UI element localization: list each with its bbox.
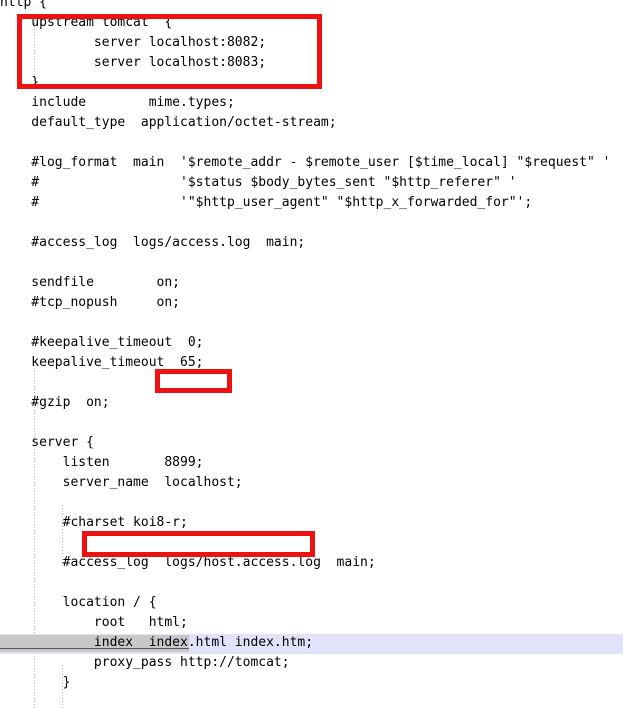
selection-underline — [0, 648, 189, 649]
code-line[interactable]: } — [0, 73, 623, 93]
code-line[interactable]: http { — [0, 0, 623, 13]
code-line[interactable]: listen 8899; — [0, 453, 623, 473]
code-line[interactable]: #tcp_nopush on; — [0, 293, 623, 313]
code-line[interactable]: #gzip on; — [0, 393, 623, 413]
code-line[interactable]: #access_log logs/host.access.log main; — [0, 553, 623, 573]
code-line[interactable]: # '$status $body_bytes_sent "$http_refer… — [0, 173, 623, 193]
code-line[interactable]: sendfile on; — [0, 273, 623, 293]
code-line[interactable] — [0, 573, 623, 593]
code-line[interactable]: include mime.types; — [0, 93, 623, 113]
code-line[interactable]: upstream tomcat { — [0, 13, 623, 33]
code-line[interactable] — [0, 313, 623, 333]
code-line[interactable]: index index.html index.htm; — [0, 633, 623, 653]
code-line[interactable]: server { — [0, 433, 623, 453]
code-line[interactable] — [0, 373, 623, 393]
code-line[interactable]: server localhost:8083; — [0, 53, 623, 73]
code-line[interactable]: server localhost:8082; — [0, 33, 623, 53]
code-line[interactable]: keepalive_timeout 65; — [0, 353, 623, 373]
code-line[interactable]: server_name localhost; — [0, 473, 623, 493]
code-line[interactable] — [0, 693, 623, 708]
code-line[interactable]: root html; — [0, 613, 623, 633]
code-line[interactable] — [0, 533, 623, 553]
code-line[interactable] — [0, 253, 623, 273]
code-line[interactable]: proxy_pass http://tomcat; — [0, 653, 623, 673]
code-line[interactable]: } — [0, 673, 623, 693]
code-text[interactable]: http { upstream tomcat { server localhos… — [0, 0, 623, 708]
code-line[interactable] — [0, 493, 623, 513]
code-line[interactable]: #charset koi8-r; — [0, 513, 623, 533]
code-line[interactable]: #log_format main '$remote_addr - $remote… — [0, 153, 623, 173]
code-line[interactable]: #access_log logs/access.log main; — [0, 233, 623, 253]
code-line[interactable] — [0, 413, 623, 433]
code-line[interactable] — [0, 213, 623, 233]
code-line[interactable]: #keepalive_timeout 0; — [0, 333, 623, 353]
code-line[interactable]: location / { — [0, 593, 623, 613]
code-line[interactable]: # '"$http_user_agent" "$http_x_forwarded… — [0, 193, 623, 213]
code-line[interactable] — [0, 133, 623, 153]
code-line[interactable]: default_type application/octet-stream; — [0, 113, 623, 133]
code-editor-viewport[interactable]: http { upstream tomcat { server localhos… — [0, 0, 623, 708]
